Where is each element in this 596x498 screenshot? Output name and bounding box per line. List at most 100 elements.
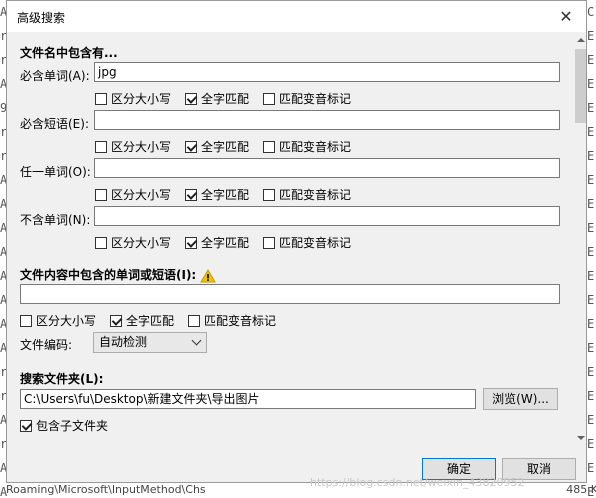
must-contain-phrase-label: 必含短语(E): [20,117,89,131]
search-folder-input[interactable]: C:\Users\fu\Desktop\新建文件夹\导出图片 [20,389,476,409]
match-case-checkbox[interactable]: 区分大小写 [95,234,171,251]
checkbox-box [95,236,107,249]
warning-icon [200,268,217,282]
chevron-down-icon [191,335,202,346]
content-section-heading: 文件内容中包含的单词或短语(I): [20,266,217,283]
checkbox-label: 区分大小写 [111,236,172,250]
match-diacritics-checkbox[interactable]: 匹配变音标记 [188,312,276,329]
checkbox-box [263,92,276,105]
file-encoding-label: 文件编码: [20,338,73,352]
checkbox-box [185,188,198,201]
must-contain-words-options: 区分大小写 全字匹配 匹配变音标记 [95,90,365,107]
background-char: E [587,341,595,355]
match-case-checkbox[interactable]: 区分大小写 [95,138,171,155]
background-char: E [587,197,595,211]
exclude-words-input[interactable] [94,206,560,226]
browse-button[interactable]: 浏览(W)... [483,388,558,410]
checkbox-box [185,140,198,153]
checkbox-box [185,236,198,249]
exclude-words-label: 不含单词(N): [20,213,91,227]
any-word-input[interactable] [94,158,560,178]
checkbox-label: 匹配变音标记 [204,314,277,328]
dialog-content: 文件名中包含有... 必含单词(A): jpg 区分大小写 全字匹配 匹配变音标… [7,32,573,446]
whole-word-checkbox[interactable]: 全字匹配 [185,186,249,203]
match-case-checkbox[interactable]: 区分大小写 [95,186,171,203]
checkbox-label: 区分大小写 [111,188,172,202]
match-case-checkbox[interactable]: 区分大小写 [20,312,96,329]
whole-word-checkbox[interactable]: 全字匹配 [185,234,249,251]
must-contain-phrase-options: 区分大小写 全字匹配 匹配变音标记 [95,138,365,155]
checkbox-label: 全字匹配 [201,236,250,250]
background-char: E [587,173,595,187]
content-options: 区分大小写 全字匹配 匹配变音标记 [20,312,290,329]
any-word-options: 区分大小写 全字匹配 匹配变音标记 [95,186,365,203]
background-char: C [587,5,595,19]
checkbox-label: 区分大小写 [36,314,97,328]
content-words-input[interactable] [20,284,560,304]
match-diacritics-checkbox[interactable]: 匹配变音标记 [263,234,351,251]
match-diacritics-checkbox[interactable]: 匹配变音标记 [263,186,351,203]
checkbox-box [263,140,276,153]
background-window-right-column: CEEEEEEEEEEEEEEEEEEEE [587,0,596,498]
checkbox-label: 全字匹配 [201,140,250,154]
match-diacritics-checkbox[interactable]: 匹配变音标记 [263,90,351,107]
close-icon[interactable]: ✕ [546,1,586,32]
checkbox-label: 全字匹配 [201,188,250,202]
dialog-title: 高级搜索 [17,11,66,25]
must-contain-phrase-input[interactable] [94,110,560,130]
match-case-checkbox[interactable]: 区分大小写 [95,90,171,107]
checkbox-box [95,188,107,201]
background-char: E [587,245,595,259]
advanced-search-dialog: 高级搜索 ✕ 文件名中包含有... 必含单词(A): jpg 区分大小写 全字匹… [6,0,587,483]
background-char: E [587,221,595,235]
background-char: E [587,461,595,475]
checkbox-label: 匹配变音标记 [279,140,352,154]
include-subfolders-checkbox[interactable]: 包含子文件夹 [20,417,108,434]
checkbox-box [185,92,198,105]
checkbox-box [188,314,201,327]
checkbox-label: 包含子文件夹 [36,419,109,433]
background-char: E [587,77,595,91]
checkbox-label: 区分大小写 [111,140,172,154]
any-word-label: 任一单词(O): [20,165,91,179]
scroll-down-icon[interactable] [577,436,585,440]
checkbox-label: 区分大小写 [111,92,172,106]
must-contain-words-label: 必含单词(A): [20,69,90,83]
checkbox-box [95,140,107,153]
background-char: E [587,437,595,451]
background-char: E [587,29,595,43]
checkbox-box [263,236,276,249]
vertical-scrollbar[interactable] [573,32,586,446]
file-encoding-value: 自动检测 [99,335,148,349]
whole-word-checkbox[interactable]: 全字匹配 [185,138,249,155]
background-char: E [587,293,595,307]
background-char: E [587,125,595,139]
must-contain-words-input[interactable]: jpg [94,62,560,82]
scrollbar-thumb[interactable] [575,49,586,123]
title-bar: 高级搜索 ✕ [7,1,586,32]
filename-section-heading: 文件名中包含有... [20,46,118,60]
background-char: E [587,389,595,403]
whole-word-checkbox[interactable]: 全字匹配 [110,312,174,329]
background-char: E [587,317,595,331]
background-bottom-text: Roaming\Microsoft\InputMethod\Chs [6,483,206,496]
checkbox-label: 匹配变音标记 [279,188,352,202]
subfolders-option: 包含子文件夹 [20,417,122,434]
background-char: E [587,269,595,283]
checkbox-label: 匹配变音标记 [279,236,352,250]
background-char: E [587,101,595,115]
background-bottom-right-text: 485 K [566,483,596,496]
whole-word-checkbox[interactable]: 全字匹配 [185,90,249,107]
file-encoding-select[interactable]: 自动检测 [93,332,207,353]
scroll-up-icon[interactable] [577,38,585,42]
background-char: E [587,413,595,427]
background-char: E [587,53,595,67]
checkbox-label: 匹配变音标记 [279,92,352,106]
background-char: E [587,149,595,163]
folder-section-heading: 搜索文件夹(L): [20,372,104,386]
match-diacritics-checkbox[interactable]: 匹配变音标记 [263,138,351,155]
content-heading-text: 文件内容中包含的单词或短语(I): [20,268,197,282]
checkbox-label: 全字匹配 [126,314,175,328]
checkbox-label: 全字匹配 [201,92,250,106]
watermark-text: https://blog.csdn.net/weixin_43820952 [310,476,525,489]
